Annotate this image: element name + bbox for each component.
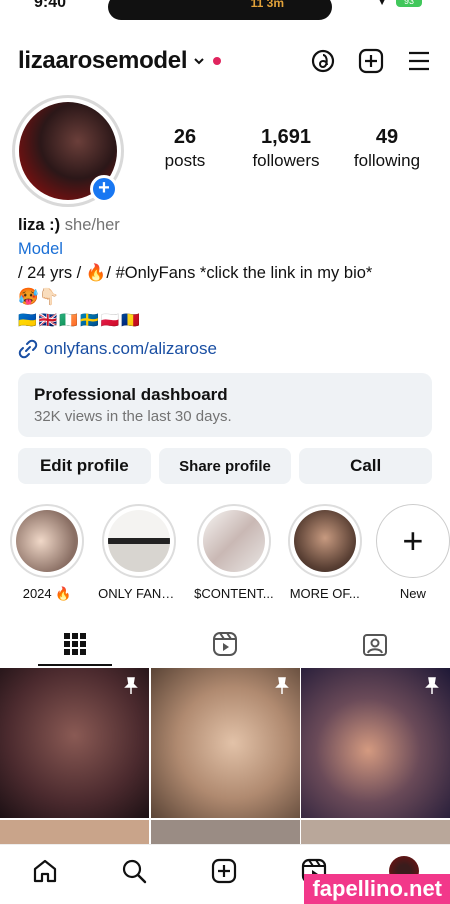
profile-tabs — [0, 622, 450, 666]
pronouns: she/her — [64, 216, 120, 234]
status-time: 9:40 — [34, 0, 67, 11]
tab-reels[interactable] — [150, 622, 300, 666]
grid-icon — [64, 633, 86, 655]
stat-posts[interactable]: 26 posts — [140, 126, 230, 171]
bio-flags: 🇺🇦🇬🇧🇮🇪🇸🇪🇵🇱🇷🇴 — [18, 312, 143, 329]
bio-emoji-line: 🥵👇🏻 — [18, 288, 60, 306]
highlight-item[interactable]: ONLY FANS :) — [98, 504, 180, 602]
create-post-icon[interactable] — [358, 48, 384, 74]
menu-icon[interactable] — [406, 48, 432, 74]
island-timer: 11 3m — [250, 0, 284, 10]
highlight-cover — [293, 510, 356, 572]
stat-label: followers — [252, 151, 320, 170]
stat-number: 26 — [173, 126, 197, 148]
highlight-ring — [287, 504, 362, 578]
bio-line: / 24 yrs / 🔥/ #OnlyFans *click the link … — [18, 264, 373, 282]
stat-number: 49 — [375, 126, 399, 148]
post-thumbnail[interactable] — [301, 668, 450, 818]
post-thumbnail[interactable] — [150, 668, 300, 818]
highlight-label: $CONTENT... — [194, 586, 274, 601]
search-icon[interactable] — [120, 857, 148, 885]
stat-followers[interactable]: 1,691 followers — [241, 126, 331, 171]
call-button[interactable]: Call — [299, 448, 433, 484]
share-profile-button[interactable]: Share profile — [158, 448, 292, 484]
pin-icon — [274, 677, 289, 694]
dashboard-title: Professional dashboard — [34, 385, 228, 404]
story-highlights: 2024 🔥 ONLY FANS :) $CONTENT... MORE OF.… — [10, 504, 450, 602]
highlight-cover — [202, 510, 265, 572]
highlight-ring — [196, 504, 271, 578]
pin-icon — [124, 677, 138, 694]
profile-stats: 26 posts 1,691 followers 49 following — [140, 126, 432, 171]
reels-icon — [213, 632, 237, 656]
profile-header: lizaarosemodel — [18, 44, 432, 78]
post-thumbnail[interactable] — [0, 668, 149, 818]
dynamic-island: 11 3m — [108, 0, 332, 20]
dashboard-subtitle: 32K views in the last 30 days. — [34, 408, 232, 425]
add-story-icon[interactable]: + — [90, 175, 118, 203]
highlight-ring — [10, 504, 85, 578]
highlight-cover — [108, 510, 171, 572]
tagged-icon — [363, 634, 387, 656]
new-highlight[interactable]: + New — [375, 504, 450, 602]
highlight-cover — [16, 510, 79, 572]
profile-actions: Edit profile Share profile Call — [18, 448, 433, 484]
status-bar: 9:40 11 3m ▼ 93 — [0, 0, 450, 22]
highlight-item[interactable]: 2024 🔥 — [10, 504, 85, 602]
status-icons: ▼ 93 — [376, 0, 422, 8]
highlight-item[interactable]: $CONTENT... — [194, 504, 274, 602]
wifi-icon: ▼ — [376, 0, 388, 8]
create-icon[interactable] — [210, 857, 238, 885]
new-highlight-label: New — [399, 586, 426, 601]
bio-link[interactable]: onlyfans.com/alizarose — [18, 337, 432, 361]
battery-icon: 93 — [396, 0, 422, 7]
stat-number: 1,691 — [260, 126, 312, 148]
stat-label: following — [353, 151, 421, 170]
professional-dashboard[interactable]: Professional dashboard 32K views in the … — [18, 373, 432, 437]
threads-icon[interactable] — [310, 48, 336, 74]
highlight-label: 2024 🔥 — [22, 586, 72, 601]
watermark: fapellino.net — [304, 874, 450, 904]
highlight-ring — [102, 504, 177, 578]
username[interactable]: lizaarosemodel — [18, 47, 188, 75]
stat-label: posts — [164, 151, 206, 170]
highlight-label: ONLY FANS :) — [98, 586, 181, 601]
bio: liza :) she/her Model / 24 yrs / 🔥/ #Onl… — [18, 213, 432, 361]
pin-icon — [425, 677, 439, 694]
display-name: liza :) — [18, 216, 61, 234]
category-label[interactable]: Model — [18, 237, 432, 261]
notification-dot — [213, 57, 222, 65]
edit-profile-button[interactable]: Edit profile — [18, 448, 151, 484]
posts-grid — [0, 668, 450, 848]
highlight-item[interactable]: MORE OF... — [287, 504, 362, 602]
stat-following[interactable]: 49 following — [342, 126, 432, 171]
highlight-label: MORE OF... — [289, 586, 360, 601]
tab-tagged[interactable] — [300, 622, 450, 666]
profile-avatar[interactable]: + — [12, 95, 124, 207]
chevron-down-icon[interactable] — [193, 55, 205, 67]
tab-posts[interactable] — [0, 622, 150, 666]
plus-icon: + — [375, 504, 450, 578]
link-icon — [18, 339, 38, 359]
home-icon[interactable] — [31, 857, 59, 885]
bio-link-text: onlyfans.com/alizarose — [44, 339, 217, 358]
